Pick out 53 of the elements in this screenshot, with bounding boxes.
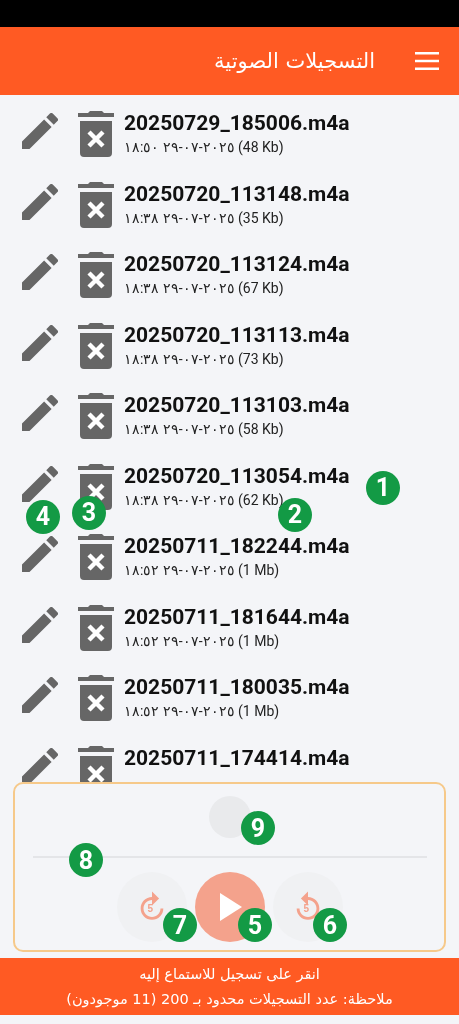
- delete-icon[interactable]: [76, 743, 116, 782]
- pencil-icon[interactable]: [22, 113, 58, 149]
- file-name: 20250711_174414.m4a: [124, 744, 350, 772]
- seconds-label: 5: [303, 903, 310, 914]
- screen-title: التسجيلات الصوتية: [214, 49, 375, 73]
- pencil-icon[interactable]: [22, 606, 58, 643]
- file-name: 20250720_113103.m4a: [124, 392, 350, 419]
- number-callout: 1: [366, 470, 400, 505]
- file-name: 20250729_185006.m4a: [124, 110, 350, 137]
- file-name: 20250720_113113.m4a: [124, 321, 350, 349]
- pencil-icon[interactable]: [22, 395, 58, 431]
- pencil-icon[interactable]: [22, 747, 58, 782]
- limit-note: ملاحظة: عدد التسجيلات محدود بـ 200 (11 موجودون): [66, 989, 393, 1010]
- pencil-icon[interactable]: [22, 677, 58, 713]
- number-callout: 3: [72, 495, 106, 530]
- number-callout: 6: [313, 908, 347, 942]
- pencil-icon[interactable]: [22, 183, 58, 220]
- number-callout: 7: [163, 908, 197, 942]
- delete-icon[interactable]: [76, 179, 116, 228]
- number-callout: 4: [26, 499, 60, 534]
- file-name: 20250720_113124.m4a: [124, 251, 350, 278]
- file-details: ١٨:٣٨ ٢٩-٠٧-٢٠٢٥ (58 Kb): [124, 420, 285, 439]
- number-callout: 8: [69, 843, 103, 877]
- menu-icon[interactable]: [415, 52, 439, 70]
- file-name: 20250711_182244.m4a: [124, 533, 350, 560]
- file-name: 20250720_113148.m4a: [124, 180, 350, 208]
- delete-icon[interactable]: [76, 250, 116, 298]
- file-details: ١٨:٥٢ ٢٩-٠٧-٢٠٢٥ (1 Mb): [124, 561, 281, 580]
- file-details: ١٨:٣٨ ٢٩-٠٧-٢٠٢٥ (67 Kb): [124, 279, 285, 298]
- pencil-icon[interactable]: [22, 324, 58, 361]
- file-name: 20250711_180035.m4a: [124, 674, 350, 701]
- file-details: ١٨:٥٢ ٢٩-٠٧-٢٠٢٥ (1 Mb): [124, 702, 281, 721]
- file-details: ١٨:٥٠ ٢٩-٠٧-٢٠٢٥ (48 Kb): [124, 138, 285, 157]
- hint-text: انقر على تسجيل للاستماع إليه: [139, 964, 320, 985]
- delete-icon[interactable]: [76, 391, 116, 439]
- file-details: ١٨:٣٨ ٢٩-٠٧-٢٠٢٥ (62 Kb): [124, 490, 285, 510]
- delete-icon[interactable]: [76, 532, 116, 580]
- file-name: 20250720_113054.m4a: [124, 462, 350, 490]
- number-callout: 5: [238, 908, 272, 942]
- delete-icon[interactable]: [76, 320, 116, 369]
- pencil-icon[interactable]: [22, 254, 58, 290]
- file-details: ١٨:٣٨ ٢٩-٠٧-٢٠٢٥ (73 Kb): [124, 349, 285, 369]
- file-name: 20250711_181644.m4a: [124, 603, 350, 631]
- delete-icon[interactable]: [76, 602, 116, 651]
- seconds-label: 5: [147, 903, 154, 914]
- number-callout: 9: [241, 811, 275, 845]
- file-details: ١٨:٥٢ ٢٩-٠٧-٢٠٢٥ (1 Mb): [124, 631, 281, 651]
- delete-icon[interactable]: [76, 109, 116, 157]
- delete-icon[interactable]: [76, 673, 116, 721]
- file-details: ١٨:٣٨ ٢٩-٠٧-٢٠٢٥ (35 Kb): [124, 208, 285, 228]
- pencil-icon[interactable]: [22, 536, 58, 572]
- play-icon: [217, 893, 242, 921]
- pencil-icon[interactable]: [22, 465, 58, 502]
